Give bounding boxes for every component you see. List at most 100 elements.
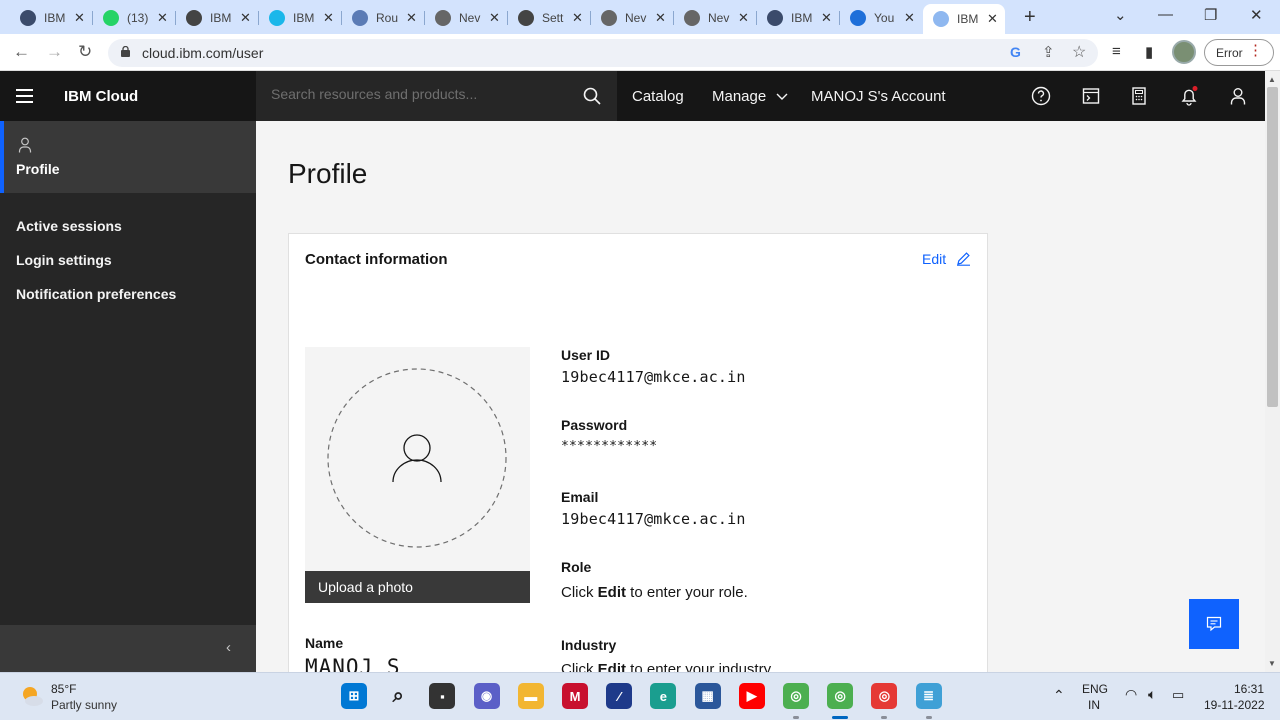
store-icon[interactable]: ▦ xyxy=(694,683,721,709)
scrollbar-thumb[interactable] xyxy=(1267,87,1278,407)
hamburger-menu-icon[interactable] xyxy=(16,89,33,103)
close-tab-icon[interactable]: ✕ xyxy=(489,10,500,26)
kebab-menu-icon[interactable]: ⋮ xyxy=(1248,43,1263,58)
restore-button[interactable]: ❐ xyxy=(1204,6,1217,24)
close-tab-icon[interactable]: ✕ xyxy=(572,10,583,26)
search-input[interactable] xyxy=(271,86,561,102)
google-icon[interactable]: G xyxy=(1010,44,1021,60)
running-app-indicator xyxy=(881,716,888,719)
sidebar-item-profile[interactable]: Profile xyxy=(0,121,256,193)
browser-tab[interactable]: Sett ✕ xyxy=(508,4,590,32)
chrome-icon[interactable]: ◎ xyxy=(871,683,898,709)
close-tab-icon[interactable]: ✕ xyxy=(323,10,334,26)
file-explorer-icon[interactable]: ▬ xyxy=(517,683,544,709)
scroll-up-icon[interactable]: ▲ xyxy=(1268,75,1276,84)
upload-photo-button[interactable]: Upload a photo xyxy=(305,571,530,603)
close-tab-icon[interactable]: ✕ xyxy=(240,10,251,26)
sidebar-item-active-sessions[interactable]: Active sessions xyxy=(16,218,122,234)
teams-chat-icon[interactable]: ◉ xyxy=(473,683,500,709)
reload-icon[interactable]: ↻ xyxy=(78,42,92,62)
chrome-icon[interactable]: ◎ xyxy=(827,683,854,709)
notepad-icon[interactable]: ≣ xyxy=(915,683,942,709)
chrome-icon[interactable]: ◎ xyxy=(783,683,809,709)
close-tab-icon[interactable]: ✕ xyxy=(406,10,417,26)
close-tab-icon[interactable]: ✕ xyxy=(655,10,666,26)
vscode-like-icon[interactable]: ∕ xyxy=(606,683,633,709)
language-top[interactable]: ENG xyxy=(1082,682,1108,696)
close-tab-icon[interactable]: ✕ xyxy=(74,10,85,26)
sidebar-collapse-button[interactable]: ‹ xyxy=(0,625,256,672)
chat-support-button[interactable] xyxy=(1189,599,1239,649)
brand-name[interactable]: IBM Cloud xyxy=(64,88,138,105)
wifi-icon[interactable]: ◠ xyxy=(1125,686,1137,703)
catalog-link[interactable]: Catalog xyxy=(632,88,684,105)
browser-tab[interactable]: You ✕ xyxy=(840,4,922,32)
share-icon[interactable]: ⇪ xyxy=(1042,43,1055,61)
sidebar-item-notification-preferences[interactable]: Notification preferences xyxy=(16,286,176,302)
youtube-icon[interactable]: ▶ xyxy=(738,683,765,709)
browser-tab[interactable]: Nev ✕ xyxy=(425,4,507,32)
pencil-edit-icon[interactable] xyxy=(956,251,971,266)
edit-button[interactable]: Edit xyxy=(922,251,946,267)
browser-tab[interactable]: (13) ✕ xyxy=(93,4,175,32)
mcafee-icon[interactable]: M xyxy=(562,683,588,709)
tab-search-icon[interactable]: ⌄ xyxy=(1114,6,1127,24)
browser-tab[interactable]: IBM ✕ xyxy=(923,4,1005,34)
browser-tab[interactable]: IBM ✕ xyxy=(176,4,258,32)
ibm-icon xyxy=(767,10,783,26)
sidebar-item-label: Profile xyxy=(16,161,60,177)
clock-date[interactable]: 19-11-2022 xyxy=(1204,698,1265,712)
settings-icon xyxy=(518,10,534,26)
close-tab-icon[interactable]: ✕ xyxy=(821,10,832,26)
new-tab-button[interactable]: + xyxy=(1024,6,1036,29)
browser-tab[interactable]: Nev ✕ xyxy=(674,4,756,32)
weather-temperature[interactable]: 85°F xyxy=(51,682,76,696)
browser-tab-label: IBM xyxy=(957,12,979,26)
manage-menu[interactable]: Manage xyxy=(712,88,788,105)
search-icon[interactable] xyxy=(583,87,601,105)
scroll-down-icon[interactable]: ▼ xyxy=(1268,659,1276,668)
notifications-bell-icon[interactable] xyxy=(1179,86,1199,106)
browser-tab-label: IBM xyxy=(293,11,315,25)
browser-tab[interactable]: IBM ✕ xyxy=(757,4,839,32)
bookmark-star-icon[interactable]: ☆ xyxy=(1072,42,1086,62)
sidebar-item-login-settings[interactable]: Login settings xyxy=(16,252,112,268)
tray-chevron-up-icon[interactable]: ⌃ xyxy=(1053,687,1065,704)
weather-description[interactable]: Partly sunny xyxy=(51,698,117,712)
close-window-button[interactable]: ✕ xyxy=(1250,6,1263,24)
clock-time[interactable]: 16:31 xyxy=(1234,682,1264,696)
close-tab-icon[interactable]: ✕ xyxy=(738,10,749,26)
email-label: Email xyxy=(561,489,599,505)
browser-tab[interactable]: IBM ✕ xyxy=(10,4,92,32)
vimeo-icon xyxy=(269,10,285,26)
page-scrollbar[interactable]: ▲ ▼ xyxy=(1265,71,1280,672)
forward-icon[interactable]: → xyxy=(46,42,63,62)
account-switcher[interactable]: MANOJ S's Account xyxy=(811,88,946,105)
close-tab-icon[interactable]: ✕ xyxy=(987,11,998,27)
browser-tab[interactable]: Rou ✕ xyxy=(342,4,424,32)
browser-profile-avatar[interactable] xyxy=(1172,40,1196,64)
help-icon[interactable] xyxy=(1031,86,1051,106)
side-panel-icon[interactable]: ▮ xyxy=(1145,43,1153,61)
edge-icon[interactable]: e xyxy=(650,683,677,709)
media-icon[interactable]: ≡ xyxy=(1112,43,1121,60)
back-icon[interactable]: ← xyxy=(13,42,30,62)
role-prefix: Click xyxy=(561,584,598,601)
browser-tab[interactable]: IBM ✕ xyxy=(259,4,341,32)
cloud-shell-icon[interactable] xyxy=(1081,86,1101,106)
manage-label: Manage xyxy=(712,88,767,105)
address-bar[interactable]: cloud.ibm.com/user G ⇪ ☆ xyxy=(108,39,1098,67)
close-tab-icon[interactable]: ✕ xyxy=(904,10,915,26)
user-avatar-icon[interactable] xyxy=(1228,86,1248,106)
browser-tab[interactable]: Nev ✕ xyxy=(591,4,673,32)
search-icon[interactable]: ⌕ xyxy=(385,683,411,709)
cost-estimator-icon[interactable] xyxy=(1129,86,1149,106)
task-view-icon[interactable]: ▪ xyxy=(429,683,456,709)
profile-error-button[interactable]: Error ⋮ xyxy=(1204,39,1274,66)
minimize-button[interactable]: — xyxy=(1158,6,1173,23)
language-bottom[interactable]: IN xyxy=(1088,698,1100,712)
speaker-muted-icon[interactable]: 🔈︎ xyxy=(1148,686,1156,703)
windows-start-icon[interactable]: ⊞ xyxy=(341,683,367,709)
battery-icon[interactable]: ▭ xyxy=(1172,687,1184,703)
close-tab-icon[interactable]: ✕ xyxy=(157,10,168,26)
